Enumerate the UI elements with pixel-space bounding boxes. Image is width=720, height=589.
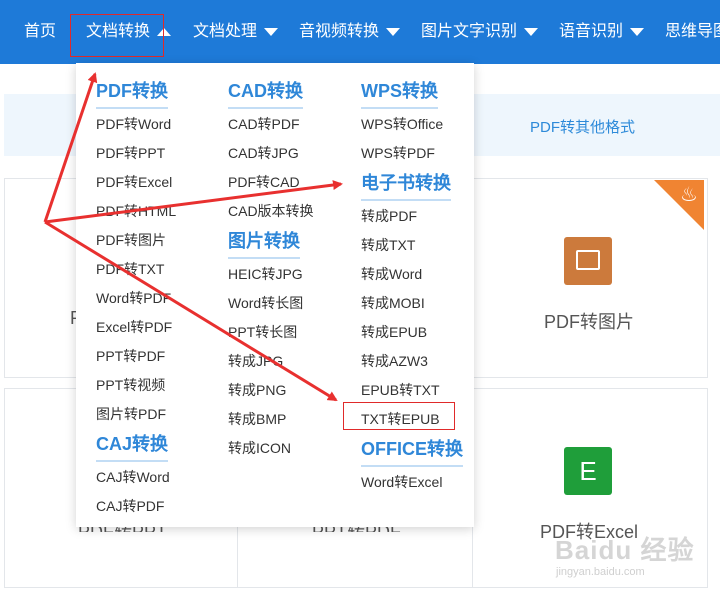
- baidu-watermark: Baidu 经验: [555, 535, 695, 565]
- arrow-to-txt-epub: [44, 220, 338, 402]
- arrow-to-nav: [43, 72, 98, 223]
- annotation-arrows: [43, 72, 343, 402]
- arrow-to-ebook: [44, 180, 343, 224]
- watermark-url: jingyan.baidu.com: [556, 566, 645, 578]
